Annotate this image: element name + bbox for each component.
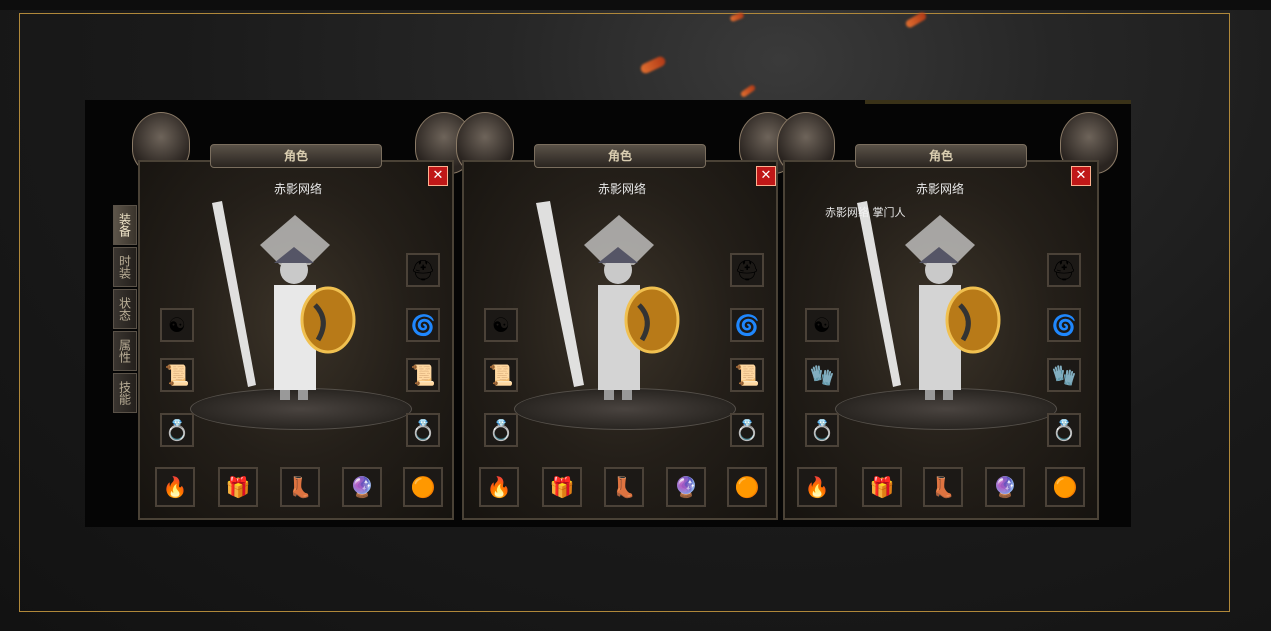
slot-boots[interactable]: 👢 — [280, 467, 320, 507]
boots-icon: 👢 — [611, 475, 637, 499]
bracelet-icon: 📜 — [734, 363, 760, 387]
ring-icon: 💍 — [488, 418, 514, 442]
character-panel: 角色 ✕ 赤影网络 ☯ 📜 💍 ⛑ 🌀 📜 💍 🔥 🎁 👢 🔮 🟠 — [130, 100, 473, 527]
top-bar — [0, 0, 1271, 10]
slot-bracelet-right[interactable]: 📜 — [730, 358, 764, 392]
bracelet-icon: 🧤 — [1051, 363, 1077, 387]
slot-bracelet[interactable]: 📜 — [160, 358, 194, 392]
mount-icon: 🔥 — [162, 475, 188, 499]
slot-boots[interactable]: 👢 — [604, 467, 644, 507]
necklace-icon: ☯ — [168, 313, 186, 337]
slot-gem-purple[interactable]: 🔮 — [666, 467, 706, 507]
character-panel: 角色 ✕ 赤影网络 ☯ 📜 💍 ⛑ 🌀 📜 💍 🔥 🎁 👢 🔮 🟠 — [454, 100, 797, 527]
slot-amulet[interactable]: 🌀 — [730, 308, 764, 342]
character-model — [857, 201, 1001, 400]
bracelet-icon: 📜 — [164, 363, 190, 387]
slot-ring-right[interactable]: 💍 — [1047, 413, 1081, 447]
slot-mount[interactable]: 🔥 — [797, 467, 837, 507]
slot-amulet[interactable]: 🌀 — [406, 308, 440, 342]
gem-gold-icon: 🟠 — [734, 475, 760, 499]
ring-icon: 💍 — [164, 418, 190, 442]
slot-bracelet-right[interactable]: 🧤 — [1047, 358, 1081, 392]
slot-amulet[interactable]: 🌀 — [1047, 308, 1081, 342]
panel-title-bar: 角色 — [210, 144, 382, 168]
slot-gem-purple[interactable]: 🔮 — [985, 467, 1025, 507]
boots-icon: 👢 — [287, 475, 313, 499]
slot-ring[interactable]: 💍 — [484, 413, 518, 447]
slot-ring-right[interactable]: 💍 — [730, 413, 764, 447]
ring-icon: 💍 — [734, 418, 760, 442]
slot-belt[interactable]: 🎁 — [218, 467, 258, 507]
belt-icon: 🎁 — [225, 475, 251, 499]
gem-purple-icon: 🔮 — [992, 475, 1018, 499]
slot-boots[interactable]: 👢 — [923, 467, 963, 507]
amulet-icon: 🌀 — [410, 313, 436, 337]
bracelet-icon: 📜 — [410, 363, 436, 387]
gem-purple-icon: 🔮 — [673, 475, 699, 499]
helmet-icon: ⛑ — [734, 258, 760, 282]
slot-helmet[interactable]: ⛑ — [406, 253, 440, 287]
close-button[interactable]: ✕ — [1071, 166, 1091, 186]
mount-icon: 🔥 — [486, 475, 512, 499]
slot-necklace[interactable]: ☯ — [805, 308, 839, 342]
slot-ring[interactable]: 💍 — [805, 413, 839, 447]
bracelet-icon: 🧤 — [809, 363, 835, 387]
character-model — [212, 201, 356, 400]
helmet-icon: ⛑ — [1051, 258, 1077, 282]
slot-ring-right[interactable]: 💍 — [406, 413, 440, 447]
gem-gold-icon: 🟠 — [410, 475, 436, 499]
slot-helmet[interactable]: ⛑ — [730, 253, 764, 287]
slot-belt[interactable]: 🎁 — [542, 467, 582, 507]
slot-ring[interactable]: 💍 — [160, 413, 194, 447]
slot-bracelet[interactable]: 📜 — [484, 358, 518, 392]
slot-gem-gold[interactable]: 🟠 — [403, 467, 443, 507]
slot-bracelet[interactable]: 🧤 — [805, 358, 839, 392]
mount-icon: 🔥 — [804, 475, 830, 499]
gem-gold-icon: 🟠 — [1052, 475, 1078, 499]
panel-title: 角色 — [607, 149, 632, 163]
gem-purple-icon: 🔮 — [349, 475, 375, 499]
ring-icon: 💍 — [809, 418, 835, 442]
amulet-icon: 🌀 — [734, 313, 760, 337]
boots-icon: 👢 — [930, 475, 956, 499]
close-button[interactable]: ✕ — [756, 166, 776, 186]
panel-title-bar: 角色 — [855, 144, 1027, 168]
necklace-icon: ☯ — [492, 313, 510, 337]
close-button[interactable]: ✕ — [428, 166, 448, 186]
slot-necklace[interactable]: ☯ — [160, 308, 194, 342]
ring-icon: 💍 — [410, 418, 436, 442]
slot-gem-gold[interactable]: 🟠 — [727, 467, 767, 507]
ring-icon: 💍 — [1051, 418, 1077, 442]
slot-necklace[interactable]: ☯ — [484, 308, 518, 342]
slot-gem-purple[interactable]: 🔮 — [342, 467, 382, 507]
slot-helmet[interactable]: ⛑ — [1047, 253, 1081, 287]
necklace-icon: ☯ — [813, 313, 831, 337]
character-model — [536, 201, 680, 400]
bracelet-icon: 📜 — [488, 363, 514, 387]
belt-icon: 🎁 — [869, 475, 895, 499]
slot-mount[interactable]: 🔥 — [155, 467, 195, 507]
slot-mount[interactable]: 🔥 — [479, 467, 519, 507]
panel-title: 角色 — [928, 149, 953, 163]
panel-title-bar: 角色 — [534, 144, 706, 168]
slot-gem-gold[interactable]: 🟠 — [1045, 467, 1085, 507]
belt-icon: 🎁 — [549, 475, 575, 499]
slot-bracelet-right[interactable]: 📜 — [406, 358, 440, 392]
character-panel: 角色 ✕ 赤影网络 赤影网络 掌门人 ☯ 🧤 💍 ⛑ 🌀 🧤 💍 🔥 🎁 👢 🔮… — [775, 100, 1118, 527]
panel-title: 角色 — [283, 149, 308, 163]
slot-belt[interactable]: 🎁 — [862, 467, 902, 507]
helmet-icon: ⛑ — [410, 258, 436, 282]
amulet-icon: 🌀 — [1051, 313, 1077, 337]
